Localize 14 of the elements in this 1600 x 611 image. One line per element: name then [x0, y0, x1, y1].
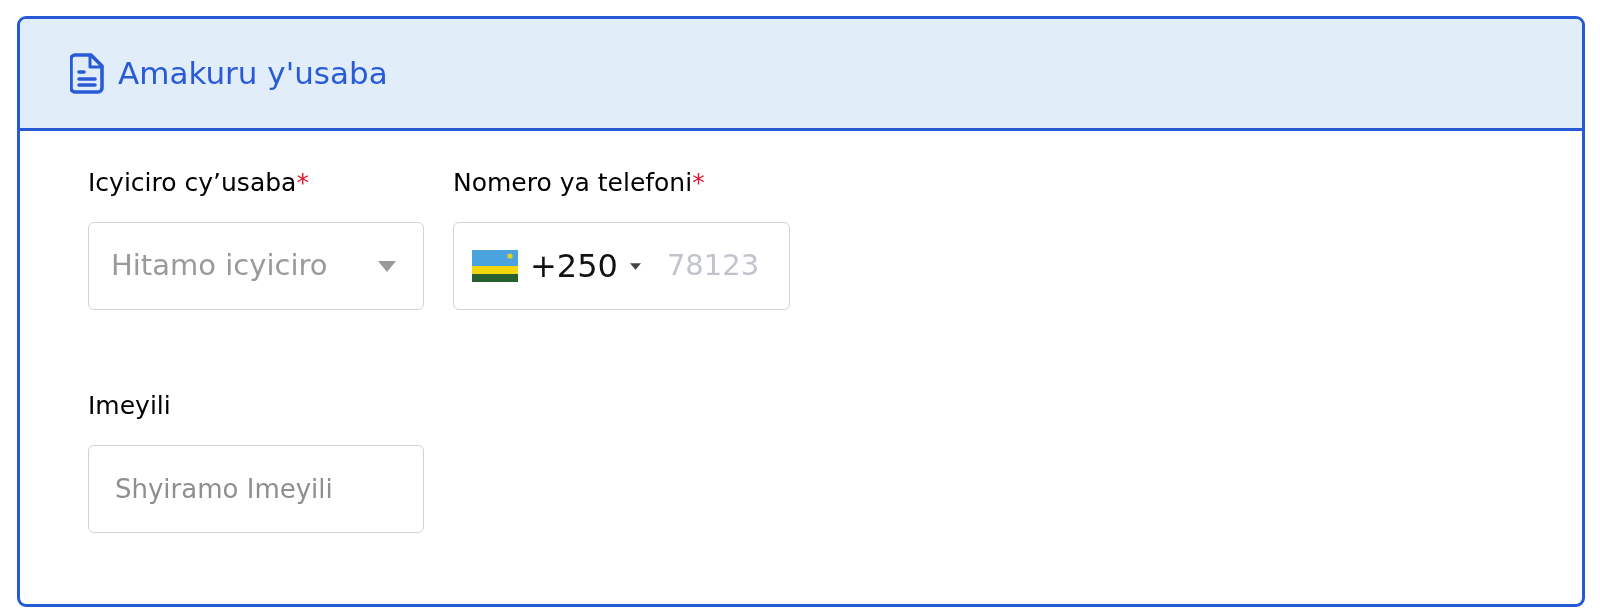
field-label: Imeyili [88, 392, 171, 418]
field-label: Icyiciro cy’usaba [88, 169, 297, 195]
country-code-button[interactable]: +250 [472, 242, 641, 290]
phone-field[interactable]: +250 78123 [453, 222, 790, 310]
field-label: Nomero ya telefoni [453, 169, 693, 195]
document-icon [70, 53, 104, 94]
phone-number-input[interactable]: 78123 [666, 246, 777, 286]
required-mark: * [692, 169, 705, 195]
required-mark: * [296, 169, 309, 195]
caret-icon [629, 262, 641, 270]
email-input[interactable]: Shyiramo Imeyili [88, 445, 424, 533]
flag-icon [472, 250, 518, 282]
caret-icon [378, 260, 396, 272]
card-title: Amakuru y'usaba [118, 58, 388, 89]
